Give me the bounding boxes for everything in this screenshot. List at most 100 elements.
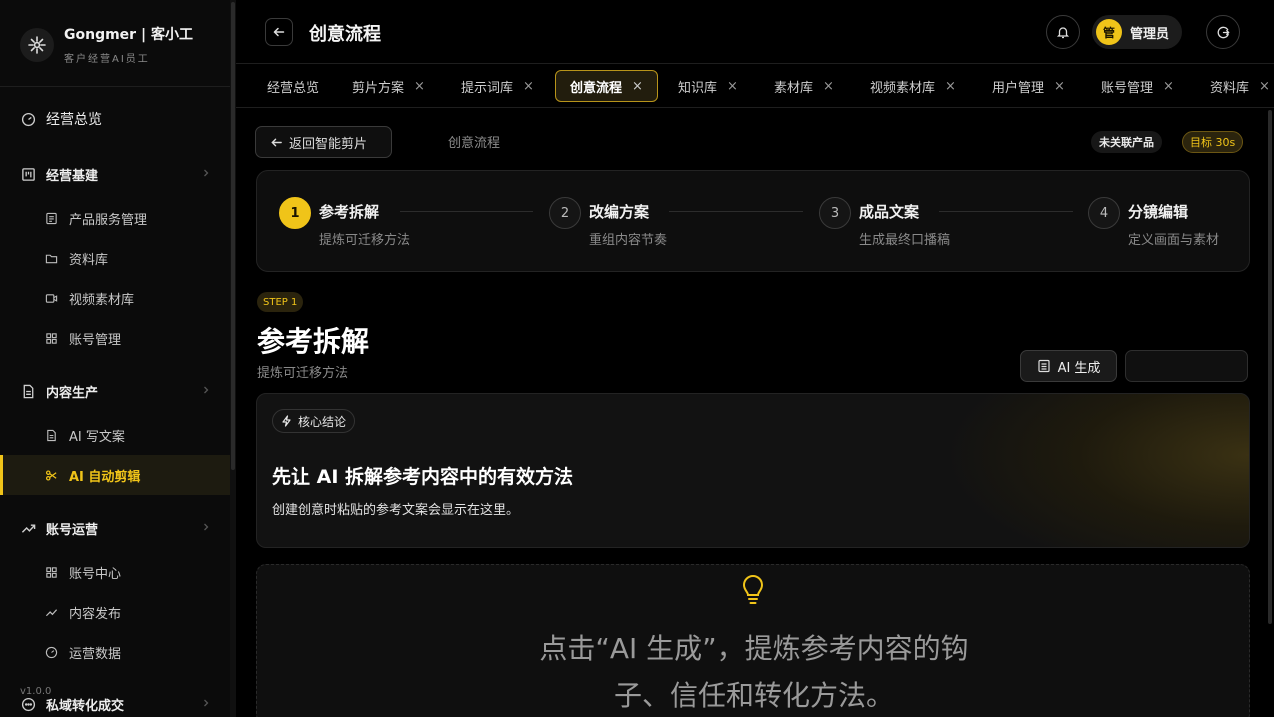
sidebar-divider (0, 86, 230, 87)
sidebar-item-library[interactable]: 资料库 (0, 238, 230, 278)
sidebar-item-video-library[interactable]: 视频素材库 (0, 278, 230, 318)
sidebar-group-label: 账号运营 (46, 522, 99, 538)
return-to-smart-edit-button[interactable]: 返回智能剪片 (255, 126, 392, 158)
close-icon[interactable]: × (727, 79, 738, 94)
tab-label: 账号管理 (1101, 80, 1154, 96)
lightning-icon (281, 415, 292, 427)
sidebar-group-label: 经营基建 (46, 168, 99, 184)
sidebar-item-ai-copywriting[interactable]: AI 写文案 (0, 415, 230, 455)
brand[interactable]: Gongmer | 客小工 客户经营AI员工 (20, 24, 193, 65)
sidebar-item-ai-autoedit[interactable]: AI 自动剪辑 (0, 455, 230, 495)
step-subtitle: 生成最终口播稿 (859, 233, 951, 248)
sidebar-group-operations[interactable]: 账号运营 (0, 508, 230, 548)
step-badge: STEP 1 (257, 292, 304, 312)
tab-assets[interactable]: 素材库 × (774, 70, 834, 102)
user-name: 管理员 (1130, 26, 1170, 42)
step-number: 1 (279, 197, 311, 229)
section-title: 参考拆解 (257, 325, 370, 358)
logout-icon (1216, 25, 1231, 40)
step-subtitle: 重组内容节奏 (589, 233, 668, 248)
sidebar: Gongmer | 客小工 客户经营AI员工 经营总览 经营基建 产品服务管理 … (0, 0, 230, 717)
file-icon (20, 383, 36, 399)
tab-video-assets[interactable]: 视频素材库 × (870, 70, 956, 102)
topbar: 创意流程 管 管理员 (236, 0, 1274, 64)
user-menu[interactable]: 管 管理员 (1092, 15, 1182, 49)
step-subtitle: 提炼可迁移方法 (319, 233, 411, 248)
bell-icon (1056, 25, 1070, 39)
close-icon[interactable]: × (414, 79, 425, 94)
empty-state-message: 点击“AI 生成”，提炼参考内容的钩 子、信任和转化方法。 (504, 625, 1004, 717)
tab-overview[interactable]: 经营总览 (267, 70, 319, 102)
chevron-right-icon (201, 385, 211, 395)
content-scrollbar[interactable] (1268, 110, 1272, 624)
sidebar-scrollbar-thumb[interactable] (231, 2, 235, 470)
sidebar-item-accounts[interactable]: 账号管理 (0, 318, 230, 358)
tab-prompt-library[interactable]: 提示词库 × (461, 70, 534, 102)
step-title: 成品文案 (859, 203, 920, 221)
tab-bar: 经营总览 剪片方案 × 提示词库 × 创意流程 × 知识库 × 素材库 × 视频… (236, 64, 1274, 108)
lightbulb-icon (739, 574, 767, 606)
sidebar-item-account-center[interactable]: 账号中心 (0, 552, 230, 592)
sidebar-item-label: 经营总览 (46, 112, 102, 128)
video-icon (43, 290, 59, 306)
sidebar-item-label: 运营数据 (69, 646, 122, 662)
tab-label: 经营总览 (267, 80, 320, 96)
next-step-button[interactable] (1125, 350, 1248, 382)
logout-button[interactable] (1206, 15, 1240, 49)
tab-label: 剪片方案 (352, 80, 405, 96)
sidebar-item-publish[interactable]: 内容发布 (0, 592, 230, 632)
core-conclusion-card: 核心结论 先让 AI 拆解参考内容中的有效方法 创建创意时粘贴的参考文案会显示在… (256, 393, 1250, 548)
sidebar-group-infrastructure[interactable]: 经营基建 (0, 154, 230, 194)
return-button-label: 返回智能剪片 (289, 136, 368, 152)
close-icon[interactable]: × (523, 79, 534, 94)
tab-library[interactable]: 资料库 × (1210, 70, 1270, 102)
step-progress: 1 参考拆解 提炼可迁移方法 2 改编方案 重组内容节奏 3 成品文案 生成最终… (256, 170, 1250, 272)
trending-icon (43, 604, 59, 620)
sidebar-item-label: AI 自动剪辑 (69, 469, 141, 485)
step-connector (400, 211, 533, 212)
brand-name: Gongmer | 客小工 (64, 27, 193, 43)
doc-icon (43, 427, 59, 443)
tab-label: 资料库 (1210, 80, 1250, 96)
close-icon[interactable]: × (945, 79, 956, 94)
trending-icon (20, 520, 36, 536)
tab-user-management[interactable]: 用户管理 × (992, 70, 1065, 102)
ai-generate-label: AI 生成 (1057, 360, 1101, 376)
core-tag-label: 核心结论 (298, 414, 347, 429)
sidebar-item-label: AI 写文案 (69, 429, 125, 445)
chevron-right-icon (201, 522, 211, 532)
page-title: 创意流程 (309, 24, 381, 45)
chevron-right-icon (201, 698, 211, 708)
tab-edit-plan[interactable]: 剪片方案 × (352, 70, 425, 102)
tab-creative-flow[interactable]: 创意流程 × (555, 70, 658, 102)
tab-knowledge-base[interactable]: 知识库 × (678, 70, 738, 102)
sidebar-item-products[interactable]: 产品服务管理 (0, 198, 230, 238)
ai-generate-button[interactable]: AI 生成 (1020, 350, 1117, 382)
sidebar-group-content[interactable]: 内容生产 (0, 371, 230, 411)
arrow-left-icon (270, 136, 283, 149)
sidebar-item-label: 视频素材库 (69, 292, 135, 308)
sidebar-item-label: 内容发布 (69, 606, 122, 622)
brand-logo-icon (20, 27, 54, 62)
back-button[interactable] (265, 18, 293, 46)
tab-account-management[interactable]: 账号管理 × (1101, 70, 1174, 102)
product-status-badge: 未关联产品 (1091, 131, 1162, 153)
close-icon[interactable]: × (1054, 79, 1065, 94)
step-subtitle: 定义画面与素材 (1128, 233, 1220, 248)
tab-label: 提示词库 (461, 80, 514, 96)
sidebar-item-label: 账号中心 (69, 566, 122, 582)
grid-icon (43, 564, 59, 580)
sidebar-item-analytics[interactable]: 运营数据 (0, 632, 230, 672)
close-icon[interactable]: × (1163, 79, 1174, 94)
sidebar-group-label: 内容生产 (46, 385, 99, 401)
step-title: 分镜编辑 (1128, 203, 1189, 221)
close-icon[interactable]: × (823, 79, 834, 94)
notification-button[interactable] (1046, 15, 1080, 49)
sidebar-item-overview[interactable]: 经营总览 (0, 99, 230, 139)
tab-label: 素材库 (774, 80, 814, 96)
folder-icon (43, 250, 59, 266)
sidebar-item-label: 产品服务管理 (69, 212, 148, 228)
close-icon[interactable]: × (632, 79, 643, 94)
core-conclusion-title: 先让 AI 拆解参考内容中的有效方法 (272, 466, 574, 488)
close-icon[interactable]: × (1259, 79, 1270, 94)
